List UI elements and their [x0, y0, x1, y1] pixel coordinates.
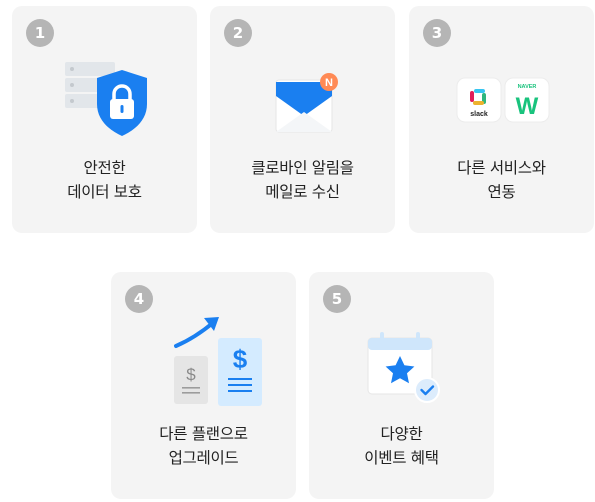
card-title-line2: 데이터 보호: [67, 183, 142, 201]
small-currency-symbol: $: [186, 365, 196, 384]
card-title-line1: 다른 플랜으로: [159, 425, 248, 443]
step-badge: 3: [423, 19, 451, 47]
step-badge: 2: [224, 19, 252, 47]
step-badge: 5: [323, 285, 351, 313]
upgrade-plan-icon: $ $: [111, 304, 296, 424]
card-title-line2: 업그레이드: [168, 449, 239, 467]
shield-lock-icon: [12, 54, 197, 154]
card-title-line1: 다양한: [380, 425, 423, 443]
card-title: 다른 서비스와 연동: [409, 156, 594, 204]
feature-card-event-benefits: 5 다양한 이벤트 혜택: [309, 272, 494, 499]
card-title-line2: 메일로 수신: [265, 183, 340, 201]
slack-label: slack: [470, 111, 488, 118]
card-title-line2: 이벤트 혜택: [364, 449, 439, 467]
naver-label: NAVER: [517, 84, 536, 90]
card-title: 다른 플랜으로 업그레이드: [111, 422, 296, 470]
card-title-line1: 안전한: [83, 159, 126, 177]
card-title: 안전한 데이터 보호: [12, 156, 197, 204]
step-badge: 1: [26, 19, 54, 47]
naver-works-icon: NAVER W: [504, 77, 549, 123]
feature-card-data-protection: 1 안전한 데이터 보호: [12, 6, 197, 233]
integration-icons: slack NAVER W: [409, 54, 594, 154]
card-title-line1: 클로바인 알림을: [251, 159, 354, 177]
feature-card-integration: 3 slack NAVER W 다른 서비스와 연동: [409, 6, 594, 233]
works-letter: W: [515, 93, 538, 120]
check-circle-icon: [413, 377, 440, 403]
notification-badge-letter: N: [325, 77, 333, 89]
big-currency-symbol: $: [232, 344, 247, 374]
calendar-star-icon: [309, 324, 494, 424]
card-title: 클로바인 알림을 메일로 수신: [210, 156, 395, 204]
card-title: 다양한 이벤트 혜택: [309, 422, 494, 470]
feature-card-mail-notification: 2 N 클로바인 알림을 메일로 수신: [210, 6, 395, 233]
card-title-line1: 다른 서비스와: [457, 159, 546, 177]
feature-card-upgrade: 4 $ $ 다른 플랜으로 업그레이드: [111, 272, 296, 499]
slack-icon: slack: [456, 77, 501, 123]
mail-notification-icon: N: [210, 54, 395, 154]
arrow-up-right-icon: [173, 317, 219, 348]
card-title-line2: 연동: [487, 183, 516, 201]
